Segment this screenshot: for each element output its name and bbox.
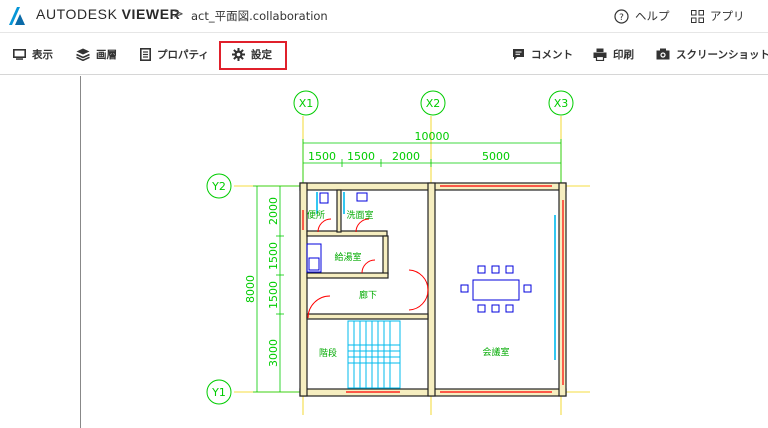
grid-label-y2: Y2 — [211, 180, 226, 193]
grid-label-y1: Y1 — [211, 386, 226, 399]
floor-plan-drawing: X1 X2 X3 Y2 Y1 10000 1500 1500 2000 5000… — [206, 90, 590, 415]
dim-seg-1: 1500 — [308, 150, 336, 163]
dim-total: 10000 — [415, 130, 450, 143]
dim-seg-4: 5000 — [482, 150, 510, 163]
dim-seg-2: 1500 — [347, 150, 375, 163]
meeting-table — [472, 279, 520, 301]
grid-label-x3: X3 — [554, 97, 569, 110]
room-corridor: 廊下 — [359, 289, 377, 301]
room-toilet: 便所 — [307, 209, 325, 221]
room-kitchen: 給湯室 — [334, 251, 361, 263]
room-washroom: 洗面室 — [346, 209, 373, 221]
wall-mid-vertical — [427, 182, 436, 397]
dim-vert-3: 1500 — [267, 281, 280, 309]
dim-vert-1: 2000 — [267, 197, 280, 225]
grid-label-x1: X1 — [299, 97, 314, 110]
dim-vertical-total: 8000 — [244, 275, 257, 303]
dim-vert-2: 1500 — [267, 242, 280, 270]
dim-vert-4: 3000 — [267, 339, 280, 367]
grid-label-x2: X2 — [426, 97, 441, 110]
dim-seg-3: 2000 — [392, 150, 420, 163]
room-meeting: 会議室 — [482, 346, 509, 358]
room-stairs: 階段 — [319, 347, 337, 359]
